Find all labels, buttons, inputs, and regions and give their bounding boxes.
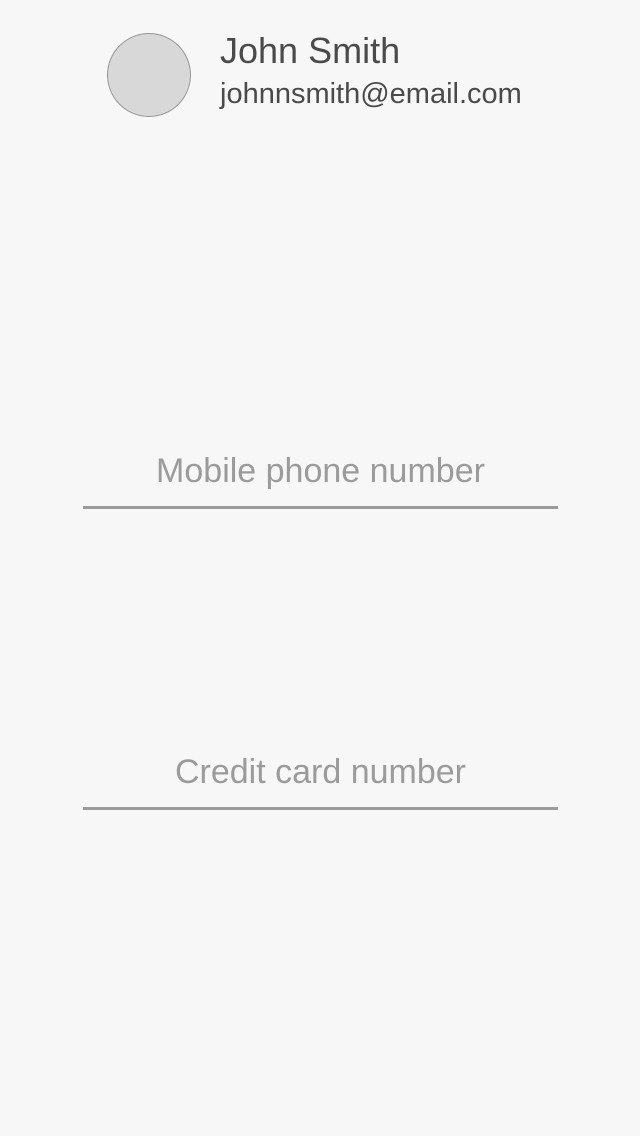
- avatar[interactable]: [107, 33, 191, 117]
- profile-header: John Smith johnnsmith@email.com: [0, 0, 640, 140]
- phone-number-field[interactable]: [83, 439, 558, 509]
- credit-card-field[interactable]: [83, 740, 558, 810]
- user-name: John Smith: [220, 30, 401, 71]
- credit-card-input[interactable]: [83, 740, 558, 804]
- phone-number-input[interactable]: [83, 439, 558, 503]
- user-email: johnnsmith@email.com: [220, 78, 522, 110]
